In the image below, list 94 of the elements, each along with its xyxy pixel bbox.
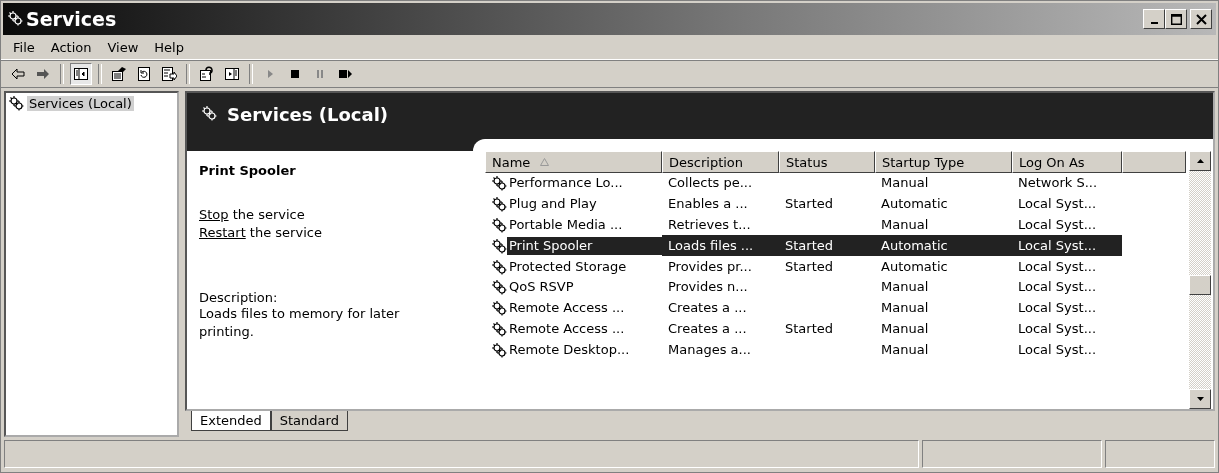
column-header[interactable]: Status	[779, 151, 875, 173]
table-cell: Manual	[881, 340, 929, 359]
table-cell: Started	[785, 257, 833, 276]
table-cell: Creates a ...	[668, 319, 747, 338]
table-cell: Local Syst...	[1018, 195, 1097, 214]
table-cell: Local Syst...	[1018, 340, 1097, 359]
action-link[interactable]: Restart	[199, 225, 246, 240]
gears-icon	[491, 175, 507, 192]
gears-icon	[491, 258, 507, 275]
scroll-up-button[interactable]	[1189, 151, 1211, 171]
table-cell: Local Syst...	[1018, 319, 1097, 338]
services-gears-icon	[7, 9, 23, 26]
description-label: Description:	[199, 290, 279, 305]
table-cell-text: QoS RSVP	[508, 278, 575, 297]
minimize-button[interactable]	[1143, 9, 1165, 29]
table-cell: Provides pr...	[668, 257, 752, 276]
minimize-icon	[1150, 22, 1158, 24]
table-cell: Manual	[881, 216, 929, 234]
maximize-icon	[1170, 13, 1182, 25]
column-header[interactable]	[1122, 151, 1186, 173]
gears-icon	[201, 105, 217, 121]
menu-item[interactable]: Help	[146, 37, 192, 57]
action-text: Restart the service	[199, 224, 323, 242]
table-cell-text: Performance Lo...	[508, 174, 624, 193]
tab[interactable]: Standard	[270, 411, 348, 431]
table-cell: Manual	[881, 278, 929, 297]
column-header[interactable]: Startup Type	[875, 151, 1012, 173]
table-cell: Manual	[881, 299, 929, 318]
tab[interactable]: Extended	[191, 411, 271, 431]
table-cell: Manual	[881, 319, 929, 338]
gears-icon	[8, 95, 24, 111]
table-cell: Collects pe...	[668, 174, 753, 193]
close-icon	[1195, 13, 1207, 25]
table-cell: Local Syst...	[1018, 278, 1097, 297]
action-text: Stop the service	[199, 206, 306, 224]
forward-arrow-icon	[35, 66, 51, 82]
up-arrow-icon	[1196, 159, 1204, 163]
table-cell: Local Syst...	[1018, 257, 1097, 276]
gears-icon	[491, 196, 507, 213]
table-cell: Local Syst...	[1018, 236, 1097, 255]
table-cell: Loads files ...	[668, 236, 754, 255]
window-title: Services	[26, 8, 117, 30]
table-cell: Print Spooler	[507, 236, 662, 255]
table-cell: Started	[785, 195, 833, 214]
gears-icon	[491, 279, 507, 296]
scroll-down-button[interactable]	[1189, 389, 1211, 409]
table-cell: Automatic	[881, 257, 948, 276]
menu-item[interactable]: View	[99, 37, 147, 57]
table-cell: Provides n...	[668, 278, 748, 297]
gears-icon	[491, 341, 507, 358]
table-cell-text: Remote Access ...	[508, 299, 626, 318]
down-arrow-icon	[1196, 397, 1204, 401]
tree-item[interactable]: Services (Local)	[27, 95, 134, 111]
service-name: Print Spooler	[199, 163, 297, 178]
table-cell: Started	[785, 319, 833, 338]
panel-icon	[224, 66, 240, 82]
properties-icon	[111, 66, 127, 82]
panel-icon	[73, 66, 89, 82]
table-cell: Retrieves t...	[668, 216, 751, 234]
column-header[interactable]: Description	[662, 151, 779, 173]
table-cell: Creates a ...	[668, 299, 747, 318]
table-cell: Local Syst...	[1018, 216, 1097, 234]
menu-item[interactable]: Action	[42, 37, 100, 57]
description-text: Loads files to memory for later printing.	[199, 305, 401, 341]
pane-title: Services (Local)	[227, 105, 389, 125]
table-cell-text: Remote Access ...	[508, 319, 626, 338]
action-link[interactable]: Stop	[199, 207, 229, 222]
table-cell: Automatic	[881, 236, 948, 255]
table-cell: Started	[785, 236, 833, 255]
table-cell: Automatic	[881, 195, 948, 214]
maximize-button[interactable]	[1165, 9, 1187, 29]
export-list-icon	[161, 66, 177, 82]
table-cell: Local Syst...	[1018, 299, 1097, 318]
refresh-icon	[136, 66, 152, 82]
toolbar-button[interactable]	[70, 63, 92, 85]
table-cell-text: Protected Storage	[508, 257, 628, 276]
table-cell: Enables a ...	[668, 195, 748, 214]
table-cell-text: Remote Desktop...	[508, 340, 631, 359]
close-button[interactable]	[1190, 9, 1212, 29]
column-header[interactable]: Log On As	[1012, 151, 1122, 173]
table-cell: Manages a...	[668, 340, 751, 359]
column-header[interactable]: Name	[485, 151, 662, 173]
table-cell: Network S...	[1018, 174, 1098, 193]
gears-icon	[491, 237, 507, 254]
scroll-bar[interactable]	[1189, 151, 1211, 409]
scroll-thumb[interactable]	[1189, 274, 1211, 295]
table-cell-text: Plug and Play	[508, 195, 598, 214]
table-cell-text: Portable Media ...	[508, 216, 624, 234]
back-arrow-icon	[10, 66, 26, 82]
gears-icon	[491, 300, 507, 317]
gears-icon	[491, 217, 507, 233]
table-cell: Manual	[881, 174, 929, 193]
menu-item[interactable]: File	[5, 37, 43, 57]
gears-icon	[491, 320, 507, 337]
